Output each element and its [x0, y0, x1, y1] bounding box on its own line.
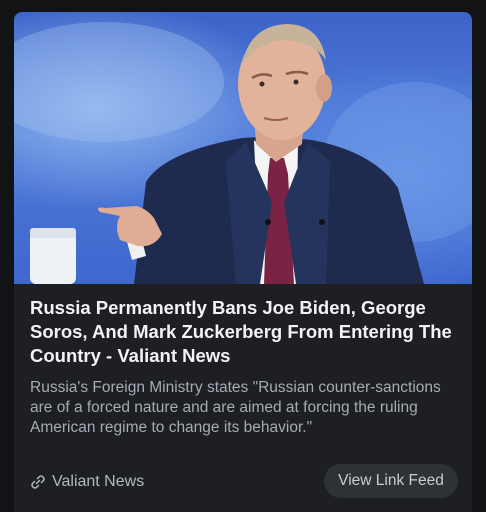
source-name[interactable]: Valiant News	[52, 473, 144, 491]
link-preview-card[interactable]: Russia Permanently Bans Joe Biden, Georg…	[14, 12, 472, 512]
article-image[interactable]	[14, 12, 472, 284]
article-description: Russia's Foreign Ministry states "Russia…	[30, 379, 441, 436]
article-title[interactable]: Russia Permanently Bans Joe Biden, Georg…	[30, 296, 460, 368]
view-link-feed-button[interactable]: View Link Feed	[324, 464, 458, 498]
link-icon	[31, 475, 45, 489]
source-link[interactable]: Valiant News	[30, 473, 144, 491]
article-photo-illustration	[14, 22, 472, 284]
